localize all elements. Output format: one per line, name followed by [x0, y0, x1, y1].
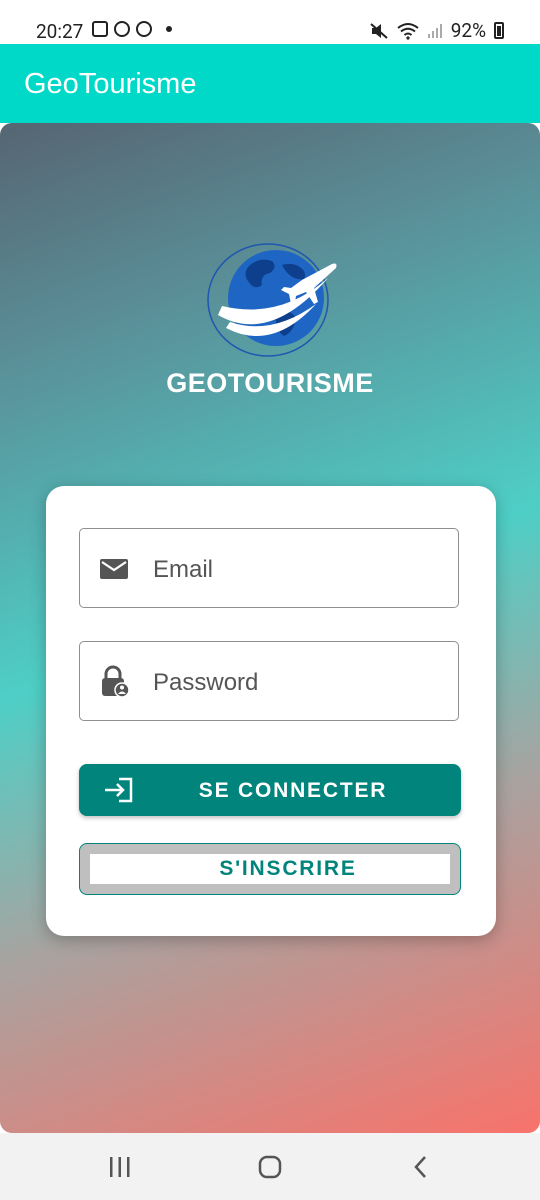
mail-icon — [100, 559, 128, 579]
notification-icons — [92, 21, 172, 37]
app-notification-icon-2 — [136, 21, 152, 37]
login-button[interactable]: SE CONNECTER — [79, 764, 461, 816]
battery-icon — [494, 22, 504, 39]
status-bar: 20:27 92% — [0, 0, 540, 44]
app-title: GeoTourisme — [24, 68, 197, 100]
signal-icon — [427, 23, 442, 38]
back-icon[interactable] — [406, 1153, 436, 1181]
globe-plane-logo-icon — [207, 243, 337, 357]
register-button-label: S'INSCRIRE — [219, 857, 357, 880]
login-button-label: SE CONNECTER — [198, 779, 388, 802]
lock-icon — [102, 665, 130, 698]
gallery-notification-icon — [92, 21, 108, 37]
app-notification-icon — [114, 21, 130, 37]
login-card: Email Password SE CONNECTER S'INSCRIRE — [46, 486, 496, 936]
home-icon[interactable] — [255, 1153, 285, 1181]
system-nav-bar — [0, 1133, 540, 1200]
password-field[interactable]: Password — [79, 641, 459, 721]
status-time: 20:27 — [36, 20, 84, 43]
email-field[interactable]: Email — [79, 528, 459, 608]
wifi-icon — [397, 22, 419, 40]
battery-percent: 92% — [450, 19, 486, 42]
register-button[interactable]: S'INSCRIRE — [79, 843, 461, 895]
status-right: 92% — [369, 19, 504, 42]
email-placeholder: Email — [153, 556, 214, 583]
mute-icon — [370, 22, 388, 39]
brand-text: GEOTOURISME — [166, 368, 374, 398]
password-placeholder: Password — [153, 669, 259, 696]
more-notifications-dot-icon — [166, 26, 172, 32]
recents-icon[interactable] — [105, 1153, 135, 1181]
app-bar: GeoTourisme — [0, 44, 540, 123]
